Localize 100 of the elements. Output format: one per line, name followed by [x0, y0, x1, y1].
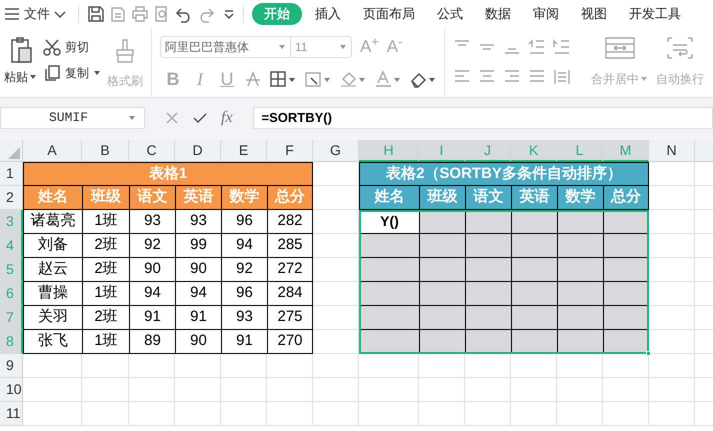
select-all-icon[interactable] [8, 147, 20, 159]
ribbon-tab[interactable]: 插入 [306, 3, 350, 25]
table-cell: 282 [267, 210, 313, 234]
copy-button[interactable]: 复制 [43, 64, 101, 82]
column-heading: 姓名 [359, 186, 419, 210]
column-heading: 语文 [465, 186, 511, 210]
table-cell [465, 234, 511, 258]
table-title: 表格1 [23, 162, 313, 186]
fill-color-icon[interactable] [340, 70, 366, 88]
align-center-icon[interactable] [478, 68, 496, 84]
table-cell: 赵云 [23, 258, 82, 282]
table-cell [603, 282, 649, 306]
table-cell: 94 [129, 282, 175, 306]
chevron-down-icon[interactable] [54, 9, 66, 19]
table-cell: 1班 [82, 210, 129, 234]
eraser-icon[interactable] [410, 70, 436, 88]
table-cell: 刘备 [23, 234, 82, 258]
table-cell: 90 [175, 330, 221, 354]
ribbon-tab[interactable]: 开发工具 [620, 3, 690, 25]
column-header[interactable]: C [129, 140, 175, 162]
table-cell [465, 330, 511, 354]
table-cell [465, 210, 511, 234]
caret-icon[interactable] [223, 9, 235, 19]
function-label[interactable]: fx [221, 106, 233, 130]
save-icon[interactable] [87, 5, 105, 23]
table-cell [511, 330, 557, 354]
table-cell [557, 210, 603, 234]
ribbon-tab[interactable]: 数据 [476, 3, 520, 25]
caret-icon [640, 76, 648, 82]
column-heading: 英语 [511, 186, 557, 210]
increase-indent-icon[interactable] [553, 38, 571, 54]
ribbon-tab[interactable]: 审阅 [524, 3, 568, 25]
print-icon[interactable] [131, 5, 149, 23]
row-header[interactable]: 10 [0, 378, 23, 402]
column-header[interactable]: A [23, 140, 82, 162]
cut-button[interactable]: 剪切 [43, 38, 101, 56]
borders-icon[interactable] [270, 70, 296, 88]
check-icon[interactable] [193, 111, 207, 125]
strikethrough-icon[interactable] [245, 70, 261, 88]
table-cell: 90 [175, 258, 221, 282]
table-cell [359, 306, 419, 330]
caret-icon [128, 115, 136, 121]
table-cell [511, 210, 557, 234]
table-cell [465, 258, 511, 282]
table-cell: 96 [221, 282, 267, 306]
row-header[interactable]: 11 [0, 402, 23, 426]
decrease-indent-icon[interactable] [528, 38, 546, 54]
formula-field[interactable]: =SORTBY() [252, 107, 713, 129]
ribbon-tab[interactable]: 公式 [428, 3, 472, 25]
column-header[interactable]: F [267, 140, 313, 162]
border-style-icon[interactable] [305, 70, 331, 88]
column-header[interactable]: N [649, 140, 695, 162]
table-cell [603, 258, 649, 282]
table-cell: 99 [175, 234, 221, 258]
menu-icon[interactable] [4, 7, 20, 21]
scissors-icon [43, 38, 61, 56]
table-cell: 284 [267, 282, 313, 306]
column-heading: 语文 [129, 186, 175, 210]
table-cell [359, 234, 419, 258]
row-header[interactable]: 2 [0, 186, 23, 210]
table-cell [603, 306, 649, 330]
table-cell: 275 [267, 306, 313, 330]
align-right-icon[interactable] [503, 68, 521, 84]
table-cell [511, 306, 557, 330]
column-header[interactable]: G [313, 140, 359, 162]
table-cell [557, 234, 603, 258]
column-header[interactable]: E [221, 140, 267, 162]
row-header[interactable]: 1 [0, 162, 23, 186]
table-cell [419, 330, 465, 354]
table-cell: 94 [221, 234, 267, 258]
column-header[interactable]: D [175, 140, 221, 162]
table-title: 表格2（SORTBY多条件自动排序） [359, 162, 649, 186]
wrap-text-icon [666, 36, 694, 60]
column-heading: 班级 [419, 186, 465, 210]
table-cell: 2班 [82, 258, 129, 282]
column-heading: 数学 [557, 186, 603, 210]
justify-icon[interactable] [528, 68, 546, 84]
column-header[interactable]: B [82, 140, 129, 162]
table-cell [557, 306, 603, 330]
table-cell: 1班 [82, 330, 129, 354]
font-color-icon[interactable] [375, 70, 401, 88]
distributed-icon[interactable] [553, 68, 571, 84]
table-cell: 91 [221, 330, 267, 354]
paste-button[interactable]: 粘贴 [4, 36, 37, 86]
caret-icon [93, 70, 101, 76]
menu-button[interactable]: 文件 [24, 4, 50, 24]
table-cell: 90 [129, 258, 175, 282]
table-cell [419, 282, 465, 306]
ribbon-tab[interactable]: 页面布局 [354, 3, 424, 25]
align-left-icon[interactable] [453, 68, 471, 84]
table-cell: 91 [129, 306, 175, 330]
ribbon-tab[interactable]: 视图 [572, 3, 616, 25]
table-cell [557, 330, 603, 354]
table-cell: 2班 [82, 306, 129, 330]
table-cell: 92 [221, 258, 267, 282]
row-header[interactable]: 9 [0, 354, 23, 378]
table-cell: 272 [267, 258, 313, 282]
close-icon[interactable] [165, 111, 179, 125]
name-box[interactable]: SUMIF [0, 107, 145, 129]
table-cell [465, 282, 511, 306]
